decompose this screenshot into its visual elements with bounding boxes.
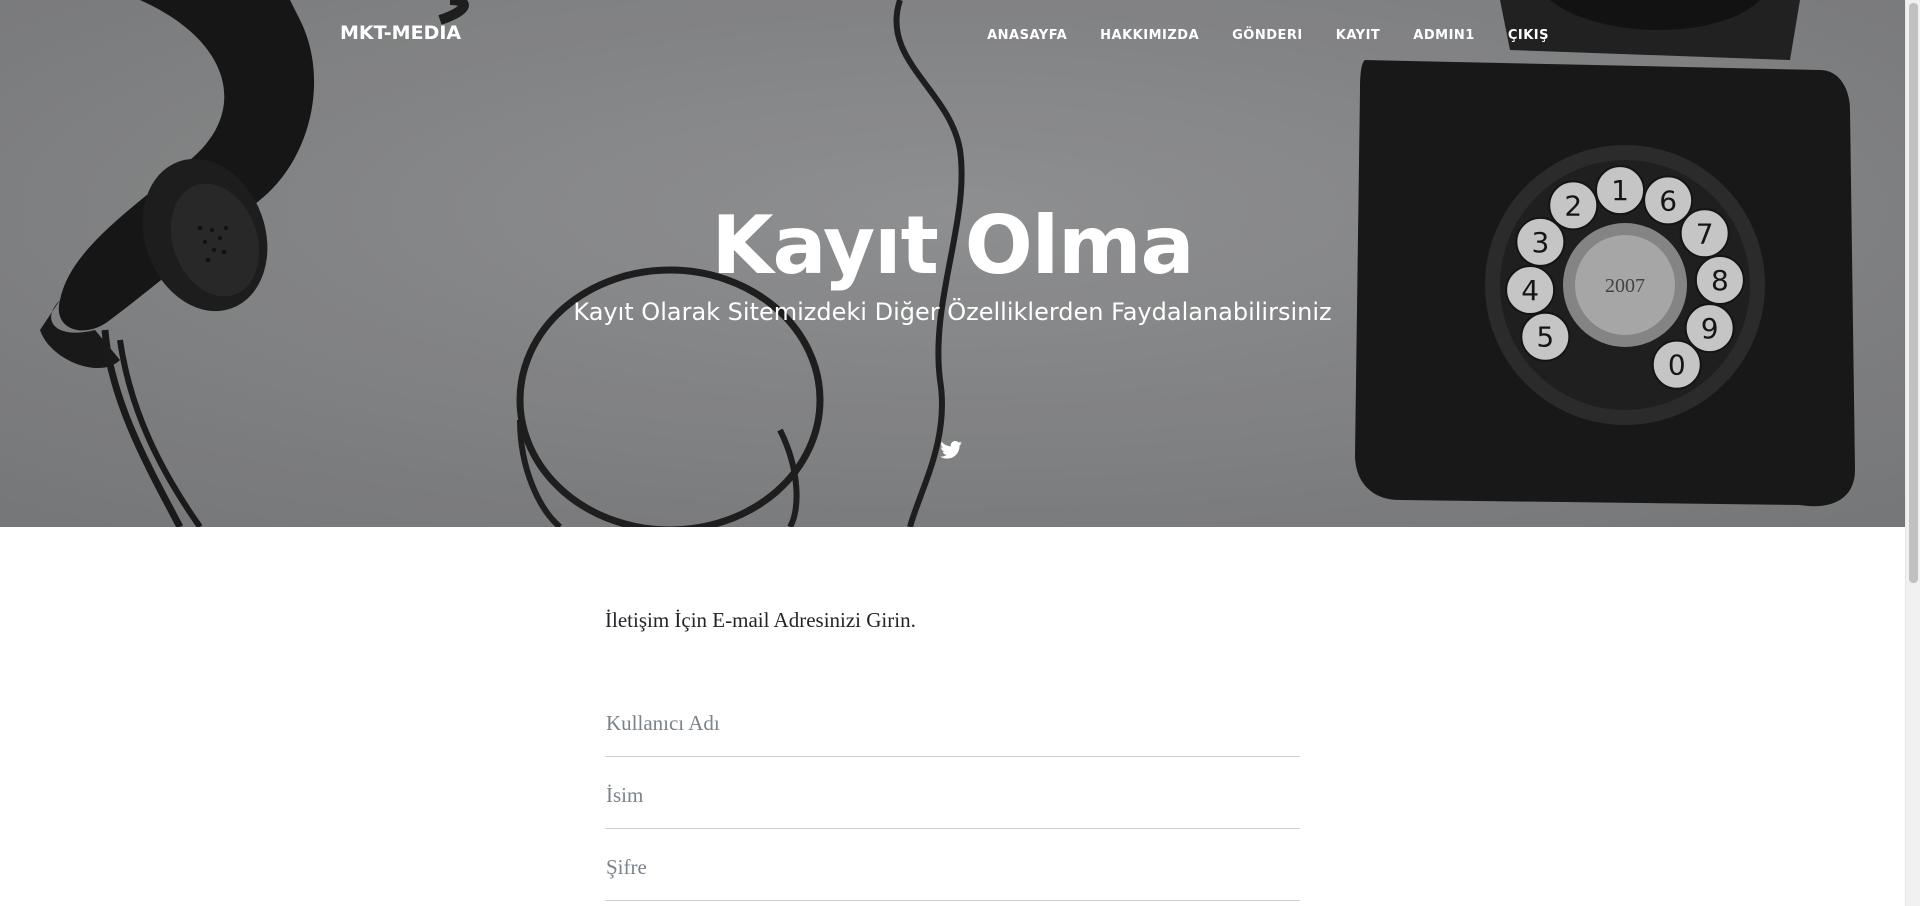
username-field — [605, 686, 1302, 757]
nav-link-hakkimizda[interactable]: HAKKIMIZDA — [1100, 28, 1199, 43]
nav-item-gonderi: GÖNDERI — [1232, 26, 1303, 44]
top-navbar: MKT-MEDIA ANASAYFA HAKKIMIZDA GÖNDERI KA… — [0, 0, 1905, 70]
password-field — [605, 830, 1302, 901]
nav-item-admin1: ADMIN1 — [1413, 26, 1475, 44]
vertical-scrollbar[interactable] — [1905, 0, 1920, 906]
page-subtitle: Kayıt Olarak Sitemizdeki Diğer Özellikle… — [573, 298, 1332, 326]
nav-link-cikis[interactable]: ÇIKIŞ — [1508, 28, 1549, 43]
nav-item-anasayfa: ANASAYFA — [987, 26, 1067, 44]
page: 2007 5432167890 MKT-MEDIA ANASAYFA HAKKI… — [0, 0, 1905, 906]
nav-menu: ANASAYFA HAKKIMIZDA GÖNDERI KAYIT ADMIN1… — [954, 26, 1549, 44]
nav-item-kayit: KAYIT — [1336, 26, 1381, 44]
nav-link-anasayfa[interactable]: ANASAYFA — [987, 28, 1067, 43]
twitter-icon[interactable] — [940, 441, 962, 459]
nav-item-hakkimizda: HAKKIMIZDA — [1100, 26, 1199, 44]
name-field — [605, 758, 1302, 829]
password-input[interactable] — [605, 855, 1302, 880]
nav-link-kayit[interactable]: KAYIT — [1336, 28, 1381, 43]
scrollbar-thumb[interactable] — [1909, 3, 1918, 583]
hero-section: 2007 5432167890 MKT-MEDIA ANASAYFA HAKKI… — [0, 0, 1905, 527]
form-intro-text: İletişim İçin E-mail Adresinizi Girin. — [605, 608, 916, 632]
brand-logo[interactable]: MKT-MEDIA — [340, 22, 461, 44]
name-input[interactable] — [605, 783, 1302, 808]
page-title: Kayıt Olma — [711, 199, 1195, 292]
nav-link-gonderi[interactable]: GÖNDERI — [1232, 28, 1303, 43]
nav-item-cikis: ÇIKIŞ — [1508, 26, 1549, 44]
nav-link-admin1[interactable]: ADMIN1 — [1413, 28, 1475, 43]
username-input[interactable] — [605, 711, 1302, 736]
